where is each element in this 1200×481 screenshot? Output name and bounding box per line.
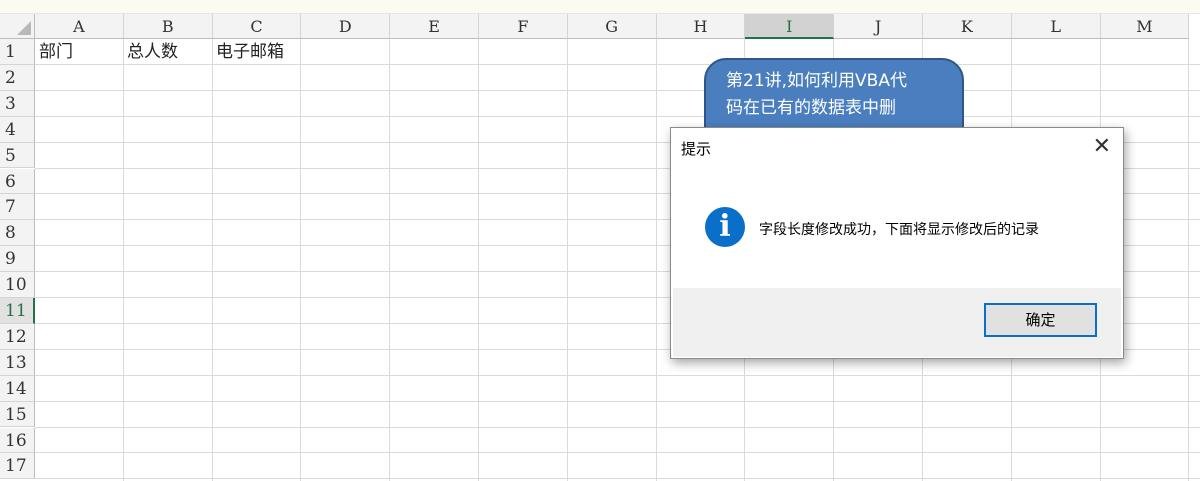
row-header-16[interactable]: 16 (0, 427, 35, 454)
column-header-g[interactable]: G (567, 14, 657, 39)
gridline (1188, 39, 1190, 481)
row-header-2[interactable]: 2 (0, 64, 35, 91)
row-header-1[interactable]: 1 (0, 39, 35, 65)
column-header-h[interactable]: H (656, 14, 746, 39)
row-header-4[interactable]: 4 (0, 116, 35, 143)
select-all-button[interactable] (0, 14, 35, 39)
column-header-c[interactable]: C (212, 14, 302, 39)
dialog-footer: 确定 (673, 288, 1121, 357)
row-header-12[interactable]: 12 (0, 323, 35, 350)
gridline (122, 39, 124, 481)
formula-bar-strip (0, 0, 1200, 14)
row-header-6[interactable]: 6 (0, 168, 35, 195)
column-header-i[interactable]: I (745, 14, 835, 39)
dialog-title: 提示 (681, 140, 712, 158)
row-header-15[interactable]: 15 (0, 401, 35, 428)
gridline (211, 39, 213, 481)
row-header-17[interactable]: 17 (0, 453, 35, 480)
column-header-b[interactable]: B (123, 14, 213, 39)
gridline (389, 39, 391, 481)
gridline (655, 39, 657, 481)
row-header-10[interactable]: 10 (0, 272, 35, 298)
gridline (35, 478, 1200, 480)
gridline (566, 39, 568, 481)
cell-a1[interactable]: 部门 (35, 39, 73, 65)
close-icon[interactable]: ✕ (1093, 134, 1111, 159)
gridline (35, 115, 1200, 117)
gridline (35, 374, 1200, 376)
column-header-m[interactable]: M (1100, 14, 1190, 39)
cell-c1[interactable]: 电子邮箱 (212, 39, 284, 65)
row-header-13[interactable]: 13 (0, 349, 35, 376)
column-header-d[interactable]: D (301, 14, 391, 39)
gridline (35, 426, 1200, 428)
row-header-9[interactable]: 9 (0, 246, 35, 273)
gridline (35, 89, 1200, 91)
column-header-e[interactable]: E (390, 14, 479, 39)
row-header-7[interactable]: 7 (0, 194, 35, 221)
cell-b1[interactable]: 总人数 (123, 39, 178, 65)
ok-button[interactable]: 确定 (984, 303, 1097, 337)
row-header-14[interactable]: 14 (0, 375, 35, 402)
row-header-8[interactable]: 8 (0, 220, 35, 247)
row-header-11[interactable]: 11 (0, 298, 35, 324)
callout-line-2: 码在已有的数据表中删 (726, 98, 896, 118)
callout-line-1: 第21讲,如何利用VBA代 (726, 71, 907, 91)
info-icon: i (705, 207, 745, 247)
column-header-j[interactable]: J (834, 14, 923, 39)
gridline (35, 452, 1200, 454)
gridline (35, 400, 1200, 402)
column-header-k[interactable]: K (923, 14, 1012, 39)
gridline (478, 39, 479, 481)
column-header-f[interactable]: F (479, 14, 568, 39)
dialog-message: 字段长度修改成功，下面将显示修改后的记录 (759, 222, 1039, 238)
column-header-a[interactable]: A (35, 14, 124, 39)
column-header-l[interactable]: L (1011, 14, 1101, 39)
gridline (300, 39, 302, 481)
row-header-3[interactable]: 3 (0, 90, 35, 117)
message-dialog: 提示 ✕ i 字段长度修改成功，下面将显示修改后的记录 确定 (670, 127, 1124, 359)
row-header-5[interactable]: 5 (0, 142, 35, 169)
gridline (35, 63, 1200, 65)
